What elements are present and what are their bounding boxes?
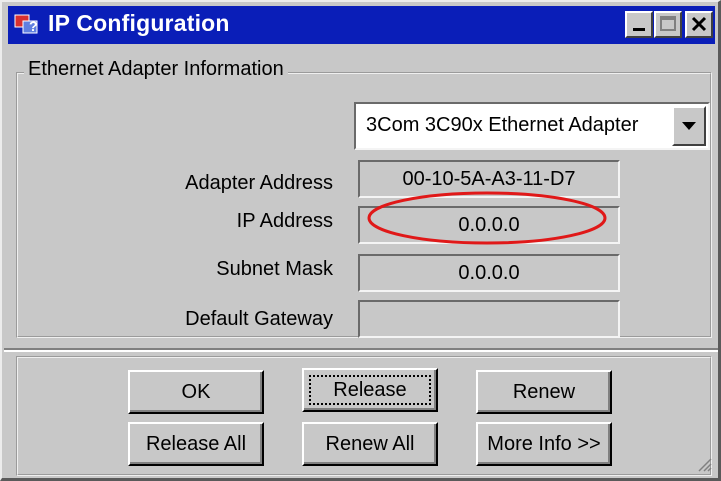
renew-button[interactable]: Renew xyxy=(476,370,612,414)
ip-address-label: IP Address xyxy=(236,210,333,232)
maximize-button[interactable] xyxy=(654,11,682,38)
adapter-select-value: 3Com 3C90x Ethernet Adapter xyxy=(366,114,639,136)
release-all-button[interactable]: Release All xyxy=(128,422,264,466)
network-config-icon: ? xyxy=(14,14,38,34)
ok-button[interactable]: OK xyxy=(128,370,264,414)
separator xyxy=(4,348,718,352)
subnet-mask-field: 0.0.0.0 xyxy=(358,254,620,292)
default-gateway-field xyxy=(358,300,620,338)
default-gateway-label: Default Gateway xyxy=(185,308,333,330)
release-button[interactable]: Release xyxy=(302,368,438,412)
svg-text:?: ? xyxy=(29,18,38,34)
renew-all-button[interactable]: Renew All xyxy=(302,422,438,466)
ip-address-field: 0.0.0.0 xyxy=(358,206,620,244)
close-button[interactable] xyxy=(685,11,713,38)
adapter-address-label: Adapter Address xyxy=(185,172,333,194)
ip-configuration-window: ? IP Configuration Ethernet Adapter Info… xyxy=(0,0,721,481)
subnet-mask-label: Subnet Mask xyxy=(216,258,333,280)
window-title: IP Configuration xyxy=(48,10,230,36)
chevron-down-icon xyxy=(682,122,696,130)
adapter-select-dropdown-button[interactable] xyxy=(672,106,706,146)
resize-grip-icon[interactable] xyxy=(696,456,712,472)
title-bar[interactable]: ? IP Configuration xyxy=(8,6,715,44)
close-icon xyxy=(691,16,707,32)
more-info-button[interactable]: More Info >> xyxy=(476,422,612,466)
minimize-button[interactable] xyxy=(625,11,653,38)
minimize-icon xyxy=(633,28,645,31)
adapter-info-group-label: Ethernet Adapter Information xyxy=(24,58,288,81)
adapter-select[interactable]: 3Com 3C90x Ethernet Adapter xyxy=(354,102,710,150)
adapter-address-field: 00-10-5A-A3-11-D7 xyxy=(358,160,620,198)
maximize-icon xyxy=(660,16,676,31)
